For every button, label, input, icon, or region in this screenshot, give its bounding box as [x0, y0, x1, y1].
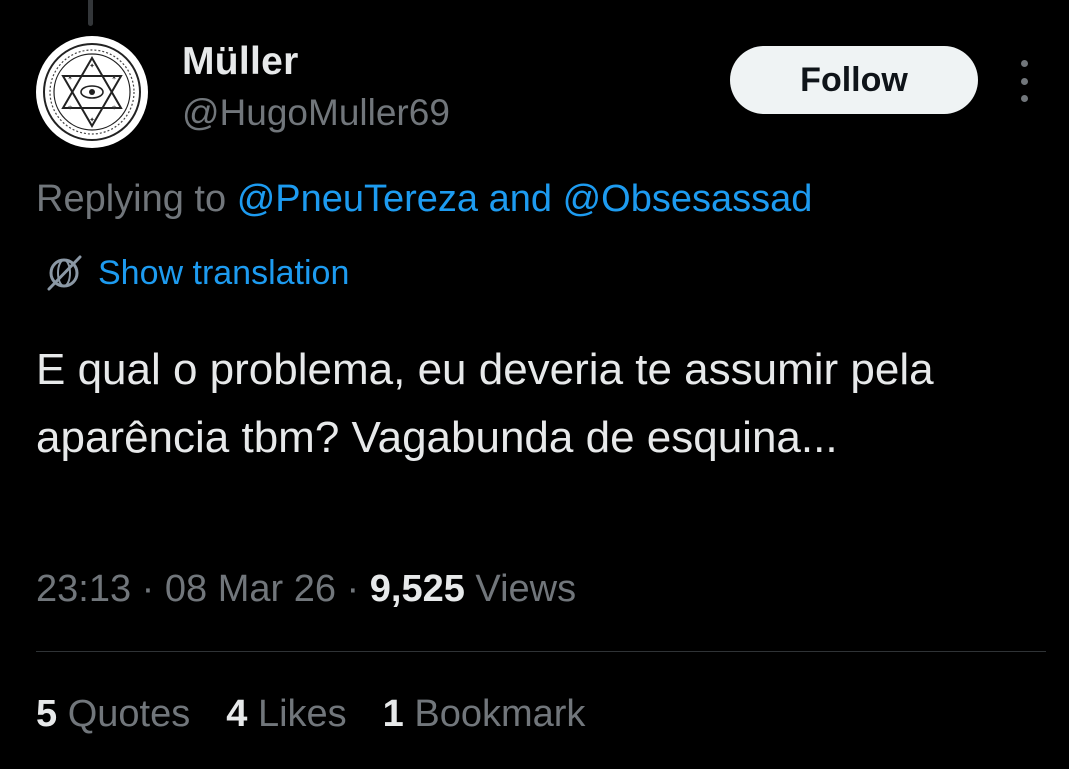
- author-display-name[interactable]: Müller: [182, 40, 299, 84]
- tweet-time[interactable]: 23:13: [36, 568, 131, 610]
- replying-to-prefix: Replying to: [36, 178, 227, 220]
- views-count: 9,525: [369, 568, 465, 610]
- svg-text:✶: ✶: [111, 104, 117, 112]
- bookmarks-label: Bookmark: [414, 693, 586, 735]
- tweet-text: E qual o problema, eu deveria te assumir…: [36, 345, 934, 462]
- svg-text:✦: ✦: [89, 116, 95, 124]
- reply-mention-pneutereza[interactable]: @PneuTereza: [237, 178, 478, 220]
- svg-text:✶: ✶: [67, 104, 73, 112]
- likes-stat[interactable]: 4 Likes: [226, 693, 346, 736]
- svg-text:✶: ✶: [67, 74, 73, 82]
- hexagram-seal-icon: ✦ ✦ ✶ ✶ ✶ ✶: [43, 43, 141, 141]
- reply-conjunction: and: [488, 178, 553, 220]
- meta-separator: ·: [346, 568, 360, 610]
- tweet-date[interactable]: 08 Mar 26: [165, 568, 336, 610]
- show-translation-button[interactable]: Show translation: [44, 250, 349, 296]
- globe-translate-icon: [47, 255, 82, 291]
- views-label: Views: [475, 568, 577, 610]
- divider: [36, 651, 1046, 652]
- bookmarks-count: 1: [382, 693, 404, 735]
- quotes-label: Quotes: [67, 693, 191, 735]
- more-dot: [1020, 60, 1028, 67]
- avatar[interactable]: ✦ ✦ ✶ ✶ ✶ ✶: [36, 36, 148, 148]
- more-dot: [1020, 95, 1028, 102]
- follow-button[interactable]: Follow: [730, 46, 978, 114]
- quotes-stat[interactable]: 5 Quotes: [36, 693, 190, 736]
- likes-label: Likes: [257, 693, 347, 735]
- replying-to-line: Replying to @PneuTereza and @Obsesassad: [36, 178, 812, 221]
- meta-separator: ·: [141, 568, 155, 610]
- quotes-count: 5: [36, 693, 58, 735]
- likes-count: 4: [226, 693, 248, 735]
- svg-text:✦: ✦: [89, 62, 95, 70]
- svg-text:✶: ✶: [111, 74, 117, 82]
- engagement-stats: 5 Quotes 4 Likes 1 Bookmark: [36, 693, 585, 736]
- tweet-meta: 23:13 · 08 Mar 26 · 9,525 Views: [36, 568, 576, 611]
- reply-mention-obsesassad[interactable]: @Obsesassad: [563, 178, 813, 220]
- more-vertical-icon[interactable]: [1012, 60, 1036, 102]
- bookmarks-stat[interactable]: 1 Bookmark: [383, 693, 586, 736]
- more-dot: [1020, 77, 1028, 85]
- thread-connector-line: [88, 0, 93, 26]
- show-translation-label: Show translation: [98, 253, 350, 292]
- author-handle[interactable]: @HugoMuller69: [182, 92, 450, 134]
